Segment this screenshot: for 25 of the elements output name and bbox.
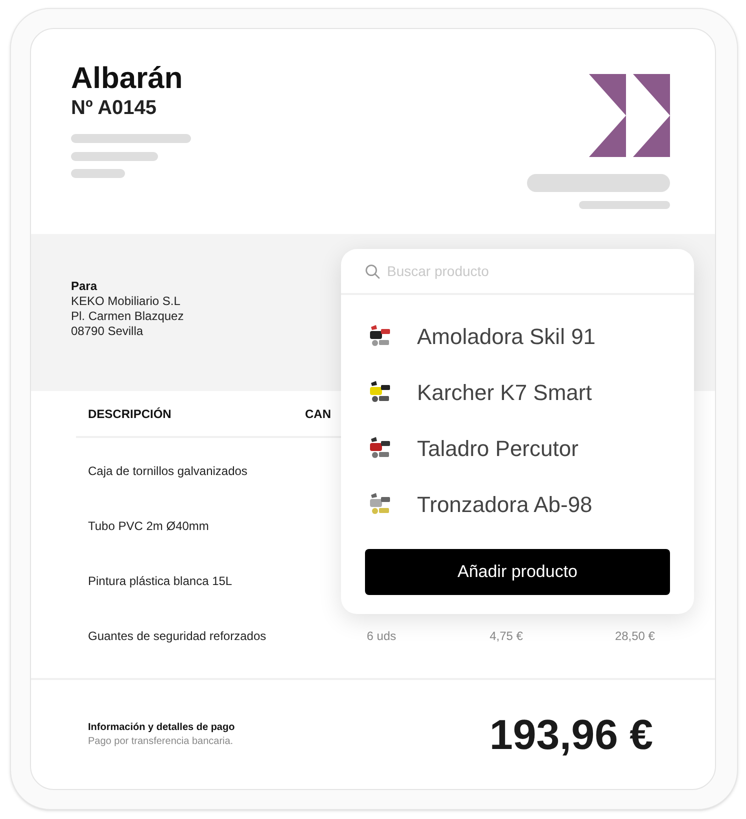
table-cell-text: Caja de tornillos galvanizados xyxy=(87,462,248,480)
table-cell-text: Guantes de seguridad reforzados xyxy=(87,628,268,644)
document-number: Nº A0145 xyxy=(71,96,158,120)
table-cell-text: 6 uds xyxy=(366,628,398,644)
recipient-address-line: Pl. Carmen Blazquez xyxy=(71,309,184,324)
product-option[interactable]: Amoladora Skil 91 xyxy=(341,308,694,364)
recipient-address-line: KEKO Mobiliario S.L xyxy=(71,294,180,309)
product-option[interactable]: Taladro Percutor xyxy=(341,420,694,476)
add-product-button[interactable]: Añadir producto xyxy=(365,549,670,595)
total-amount: 193,96 € xyxy=(490,710,653,758)
recipient-label: Para xyxy=(71,279,98,294)
document-title: Albarán xyxy=(71,62,184,96)
table-cell-text: Pintura plástica blanca 15L xyxy=(87,572,234,590)
table-cell-text: 28,50 € xyxy=(614,628,655,644)
payment-title: Información y detalles de pago xyxy=(88,720,235,734)
column-header: DESCRIPCIÓN xyxy=(87,406,172,422)
table-cell-text: 4,75 € xyxy=(488,628,524,644)
table-cell-text: Tubo PVC 2m Ø40mm xyxy=(87,518,210,534)
logo-icon xyxy=(589,74,670,157)
column-header: CAN xyxy=(305,406,331,422)
search-icon xyxy=(365,264,380,278)
product-option[interactable]: Karcher K7 Smart xyxy=(341,364,694,420)
payment-method: Pago por transferencia bancaria. xyxy=(88,734,234,748)
recipient-address-line: 08790 Sevilla xyxy=(71,324,144,339)
product-option[interactable]: Tronzadora Ab-98 xyxy=(341,476,694,532)
